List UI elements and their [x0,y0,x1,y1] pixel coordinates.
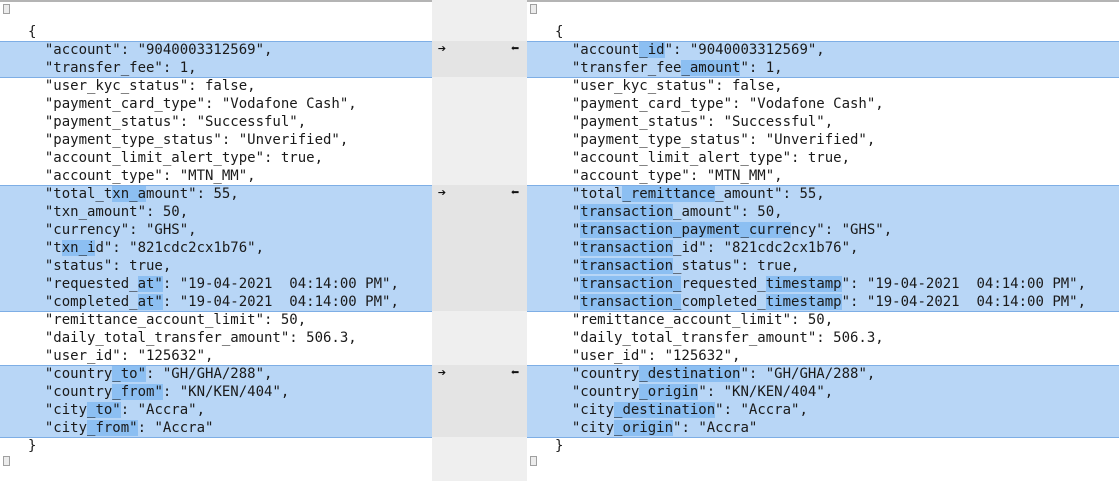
code-line: "payment_status": "Successful", [555,114,834,130]
gutter-change-band [432,185,527,311]
code-line: "account_type": "MTN_MM", [28,168,256,184]
code-line: "country_destination": "GH/GHA/288", [555,366,876,382]
code-line: "payment_status": "Successful", [28,114,307,130]
inline-change-highlight: _to" [87,402,121,418]
code-line: "status": true, [28,258,172,274]
code-line: "total_txn_amount": 55, [28,186,239,202]
code-line: "payment_card_type": "Vodafone Cash", [28,96,357,112]
code-line: "country_from": "KN/KEN/404", [28,384,290,400]
inline-change-highlight: _amount [681,60,741,76]
inline-change-highlight: _origin [614,420,674,436]
code-line: "remittance_account_limit": 50, [28,312,307,328]
inline-change-highlight: _to" [112,366,147,382]
code-line: "user_kyc_status": false, [28,78,256,94]
code-line: "remittance_account_limit": 50, [555,312,834,328]
code-line: "payment_type_status": "Unverified", [28,132,349,148]
code-line: "account_id": "9040003312569", [555,42,825,58]
left-arrow-icon[interactable]: ⬅ [508,41,522,57]
code-line: "city_to": "Accra", [28,402,206,418]
pane-top-border [527,0,1119,2]
code-line: "transaction_amount": 50, [555,204,783,220]
code-line: "country_origin": "KN/KEN/404", [555,384,834,400]
inline-change-highlight: xn_i [61,240,96,256]
inline-change-highlight: at" [137,294,163,310]
inline-change-highlight: transaction [580,258,674,274]
code-line: "payment_card_type": "Vodafone Cash", [555,96,884,112]
inline-change-highlight: _origin [639,384,699,400]
code-line: "account_limit_alert_type": true, [555,150,851,166]
code-line: "transaction_status": true, [555,258,800,274]
left-arrow-icon[interactable]: ⬅ [508,365,522,381]
right-arrow-icon[interactable]: ➔ [435,365,449,381]
code-line: "transaction_completed_timestamp": "19-0… [555,294,1087,310]
code-line: "user_id": "125632", [555,348,741,364]
inline-change-highlight: _destination [614,402,716,418]
code-line: "daily_total_transfer_amount": 506.3, [555,330,884,346]
inline-change-highlight: timestamp [765,294,842,310]
code-line: "transaction_payment_currency": "GHS", [555,222,893,238]
code-line: "transaction_id": "821cdc2cx1b76", [555,240,859,256]
code-line: "daily_total_transfer_amount": 506.3, [28,330,357,346]
code-line: } [555,438,564,454]
code-line: { [28,24,37,40]
inline-change-highlight: _id [639,42,665,58]
pane-scroll-marker-bottom[interactable] [530,456,537,466]
inline-change-highlight: _from" [87,420,138,436]
pane-scroll-marker-top[interactable] [3,4,10,14]
inline-change-highlight: timestamp [765,276,842,292]
inline-change-highlight: transaction_payment_curre [580,222,792,238]
pane-scroll-marker-top[interactable] [530,4,537,14]
inline-change-highlight: transaction [580,204,674,220]
inline-change-highlight: transaction_ [580,276,682,292]
code-line: "account_limit_alert_type": true, [28,150,324,166]
code-line: "user_kyc_status": false, [555,78,783,94]
code-line: "completed_at": "19-04-2021 04:14:00 PM"… [28,294,399,310]
code-line: "total_remittance_amount": 55, [555,186,825,202]
code-line: "currency": "GHS", [28,222,197,238]
right-file-pane[interactable]: { "account_id": "9040003312569", "transf… [527,0,1119,481]
inline-change-highlight: _destination [639,366,741,382]
code-line: "user_id": "125632", [28,348,214,364]
pane-top-border [0,0,432,2]
code-line: "city_from": "Accra" [28,420,214,436]
code-line: { [555,24,564,40]
code-line: "requested_at": "19-04-2021 04:14:00 PM"… [28,276,399,292]
left-arrow-icon[interactable]: ⬅ [508,185,522,201]
code-line: "city_destination": "Accra", [555,402,808,418]
inline-change-highlight: transaction [580,240,674,256]
inline-change-highlight: transaction_ [580,294,682,310]
code-line: "account": "9040003312569", [28,42,273,58]
code-line: "txn_id": "821cdc2cx1b76", [28,240,265,256]
diff-gutter: ➔ ⬅ ➔ ⬅ ➔ ⬅ [432,0,527,481]
pane-scroll-marker-bottom[interactable] [3,456,10,466]
right-arrow-icon[interactable]: ➔ [435,185,449,201]
code-line: "account_type": "MTN_MM", [555,168,783,184]
code-line: "transaction_requested_timestamp": "19-0… [555,276,1087,292]
inline-change-highlight: xn_a [112,186,147,202]
inline-change-highlight: _from" [112,384,163,400]
left-file-pane[interactable]: { "account": "9040003312569", "transfer_… [0,0,432,481]
code-line: "country_to": "GH/GHA/288", [28,366,273,382]
inline-change-highlight: at" [137,276,163,292]
code-line: "transfer_fee": 1, [28,60,197,76]
code-line: "transfer_fee_amount": 1, [555,60,783,76]
code-line: } [28,438,37,454]
code-line: "payment_type_status": "Unverified", [555,132,876,148]
right-arrow-icon[interactable]: ➔ [435,41,449,57]
inline-change-highlight: _remittance [622,186,716,202]
code-line: "txn_amount": 50, [28,204,189,220]
code-line: "city_origin": "Accra" [555,420,758,436]
